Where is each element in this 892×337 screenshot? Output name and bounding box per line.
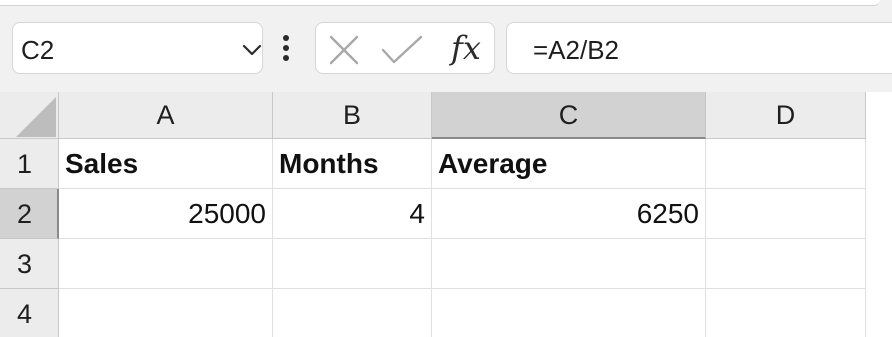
formula-bar-input[interactable]: =A2/B2: [506, 22, 892, 74]
checkmark-icon[interactable]: [380, 34, 424, 66]
cell-c2[interactable]: 6250: [432, 189, 706, 239]
cell-c3[interactable]: [432, 239, 706, 289]
select-all-button[interactable]: [0, 92, 59, 139]
cell-d1[interactable]: [706, 139, 866, 189]
column-header-c[interactable]: C: [432, 92, 706, 139]
formula-buttons: fx: [315, 22, 495, 74]
cell-a2[interactable]: 25000: [59, 189, 273, 239]
column-header-b[interactable]: B: [273, 92, 432, 139]
cell-c4[interactable]: [432, 289, 706, 337]
name-box-value: C2: [21, 35, 55, 65]
cell-b4[interactable]: [273, 289, 432, 337]
cell-d2[interactable]: [706, 189, 866, 239]
select-all-triangle-icon: [16, 97, 56, 137]
column-header-a[interactable]: A: [59, 92, 273, 139]
row-header-2[interactable]: 2: [0, 189, 59, 239]
row-header-3[interactable]: 3: [0, 239, 59, 289]
worksheet-grid: A B C D 1 2 3 4 Sales Months Average 250…: [0, 92, 892, 337]
cell-a3[interactable]: [59, 239, 273, 289]
cancel-x-icon[interactable]: [328, 34, 360, 66]
row-header-1[interactable]: 1: [0, 139, 59, 189]
row-header-4[interactable]: 4: [0, 289, 59, 337]
column-header-d[interactable]: D: [706, 92, 866, 139]
chevron-down-icon[interactable]: [241, 39, 263, 61]
ribbon-edge: [0, 0, 880, 6]
insert-function-icon[interactable]: fx: [451, 29, 481, 67]
formula-text: =A2/B2: [533, 35, 620, 65]
cell-a1[interactable]: Sales: [59, 139, 273, 189]
vertical-ellipsis-icon[interactable]: [279, 33, 293, 65]
cell-d4[interactable]: [706, 289, 866, 337]
cell-a4[interactable]: [59, 289, 273, 337]
cell-c1[interactable]: Average: [432, 139, 706, 189]
name-box[interactable]: C2: [12, 22, 263, 74]
cell-b3[interactable]: [273, 239, 432, 289]
cell-b2[interactable]: 4: [273, 189, 432, 239]
cell-d3[interactable]: [706, 239, 866, 289]
cell-b1[interactable]: Months: [273, 139, 432, 189]
excel-window: C2 fx =A2/B2 A B C D 1 2 3 4 Sales Month…: [0, 0, 892, 337]
